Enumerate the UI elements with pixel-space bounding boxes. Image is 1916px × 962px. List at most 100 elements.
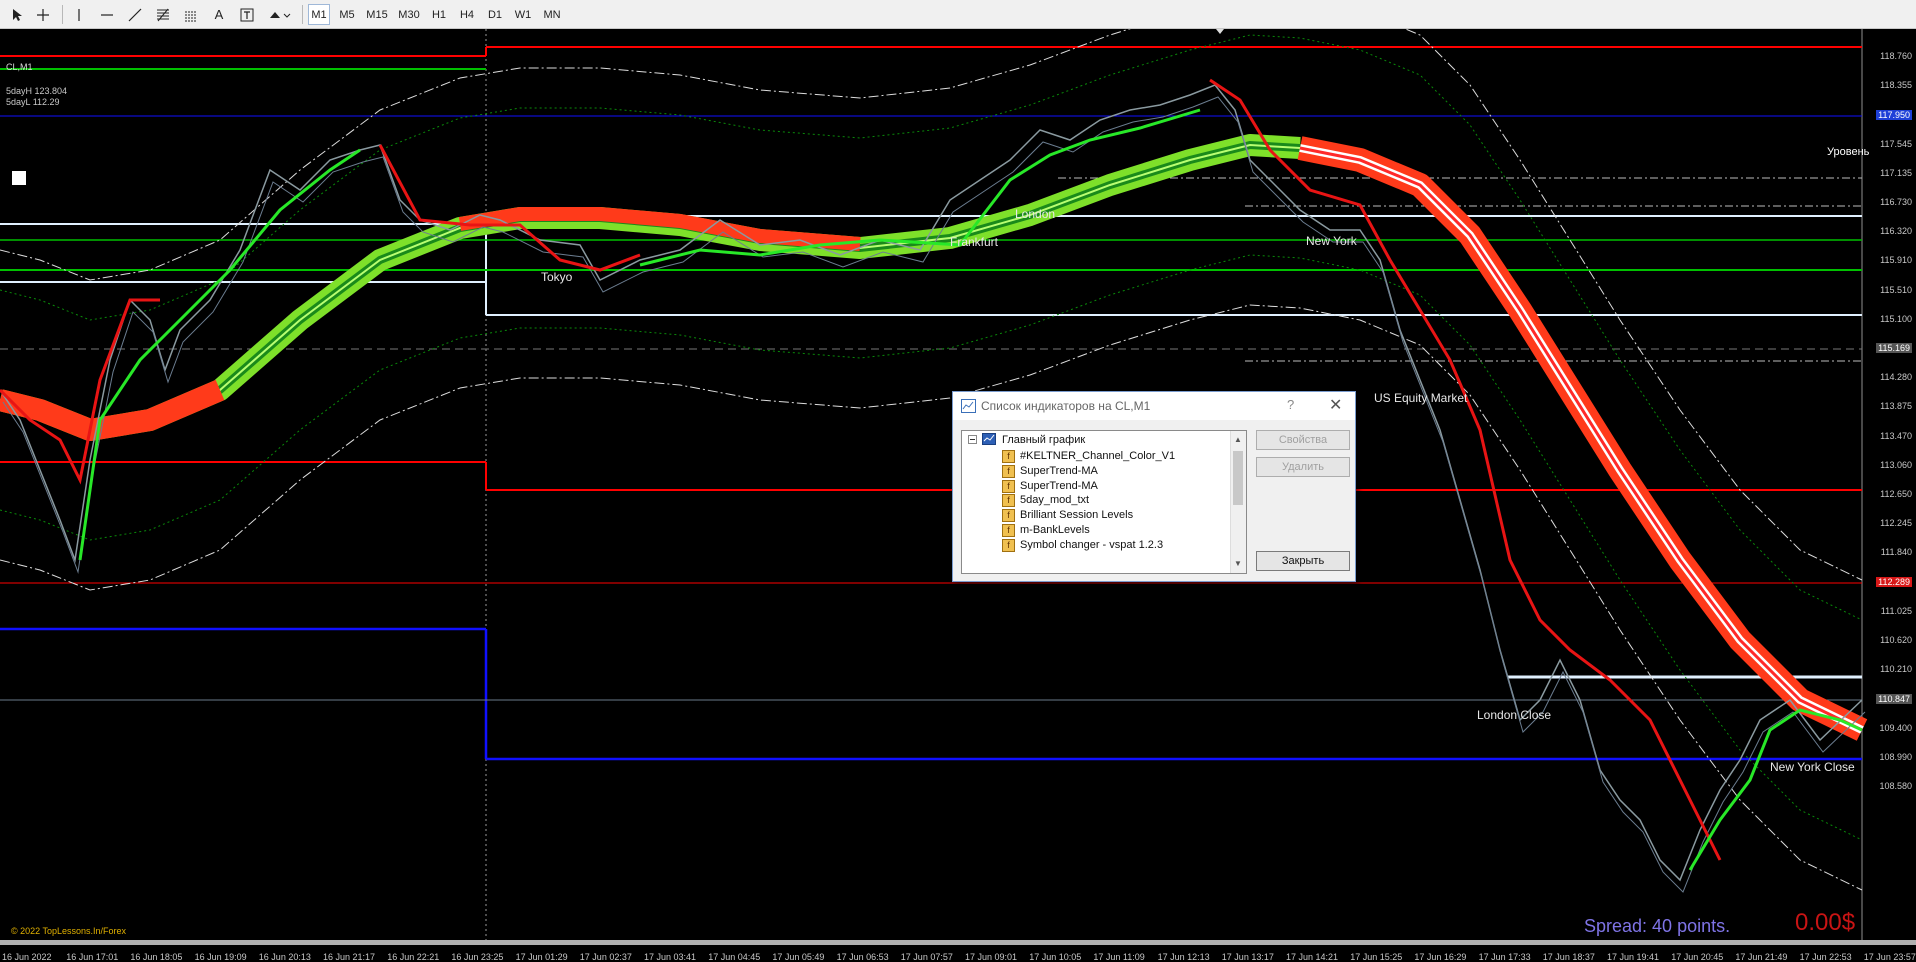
time-tick: 17 Jun 11:09: [1093, 952, 1145, 962]
timeframe-w1[interactable]: W1: [512, 4, 534, 25]
time-tick: 17 Jun 23:57: [1863, 952, 1916, 962]
time-tick: 17 Jun 06:53: [836, 952, 889, 962]
timeframe-m1[interactable]: M1: [308, 4, 330, 25]
time-tick: 17 Jun 12:13: [1157, 952, 1210, 962]
price-tick: 113.060: [1880, 459, 1912, 470]
price-tick: 117.545: [1880, 138, 1912, 149]
indicator-icon: f: [1002, 464, 1015, 478]
time-tick: 17 Jun 09:01: [965, 952, 1018, 962]
cursor-icon[interactable]: [6, 4, 28, 25]
price-tick: 115.910: [1880, 255, 1912, 266]
time-tick: 17 Jun 22:53: [1799, 952, 1852, 962]
price-tick: 115.100: [1880, 313, 1912, 324]
price-tick: 111.840: [1880, 547, 1912, 558]
time-tick: 17 Jun 04:45: [708, 952, 761, 962]
fiveday-high-label: 5dayH 123.804: [6, 86, 68, 96]
indicator-item[interactable]: SuperTrend-MA: [1020, 465, 1098, 477]
indicator-item[interactable]: #KELTNER_Channel_Color_V1: [1020, 450, 1175, 462]
time-tick: 17 Jun 14:21: [1286, 952, 1339, 962]
session-tokyo: Tokyo: [541, 270, 573, 284]
tree-root-main-chart[interactable]: Главный график: [1002, 434, 1085, 446]
indicator-item[interactable]: SuperTrend-MA: [1020, 480, 1098, 492]
price-tick: 115.510: [1880, 284, 1912, 295]
price-line: [0, 84, 1863, 882]
price-tick: 111.025: [1880, 605, 1912, 616]
time-tick: 17 Jun 05:49: [772, 952, 825, 962]
indicator-item[interactable]: 5day_mod_txt: [1020, 494, 1089, 506]
timeframe-h4[interactable]: H4: [456, 4, 478, 25]
levels-label: Уровень: [1827, 146, 1870, 158]
scroll-thumb[interactable]: [1233, 451, 1243, 505]
close-icon[interactable]: ✕: [1329, 395, 1342, 415]
timeframe-mn[interactable]: MN: [540, 4, 564, 25]
tree-collapse-icon[interactable]: [968, 435, 977, 447]
indicator-item[interactable]: Symbol changer - vspat 1.2.3: [1020, 539, 1163, 551]
timeframe-m30[interactable]: M30: [396, 4, 422, 25]
crosshair-icon[interactable]: [32, 4, 54, 25]
indicator-item[interactable]: m-BankLevels: [1020, 524, 1090, 536]
indicator-icon: f: [1002, 494, 1015, 508]
time-tick: 17 Jun 18:37: [1542, 952, 1595, 962]
time-tick: 16 Jun 19:09: [194, 952, 247, 962]
delete-button[interactable]: Удалить: [1256, 457, 1350, 477]
scroll-up-icon[interactable]: ▲: [1234, 435, 1242, 444]
channel-icon[interactable]: [180, 4, 202, 25]
indicator-tree[interactable]: Главный график f #KELTNER_Channel_Color_V…: [961, 430, 1247, 574]
keltner-band-red-left: [0, 379, 225, 441]
horizontal-line-icon[interactable]: [96, 4, 118, 25]
fibonacci-icon[interactable]: [152, 4, 174, 25]
shapes-dropdown-icon[interactable]: [266, 4, 294, 25]
indicator-icon: f: [1002, 450, 1015, 463]
time-tick: 17 Jun 10:05: [1029, 952, 1082, 962]
properties-button[interactable]: Свойства: [1256, 430, 1350, 450]
supertrend-down-1: [0, 298, 160, 485]
time-tick: 16 Jun 21:17: [323, 952, 376, 962]
dialog-close-button[interactable]: Закрыть: [1256, 551, 1350, 571]
indicator-icon: f: [1002, 479, 1015, 493]
price-tick: 113.875: [1880, 401, 1912, 412]
indicators-window-icon: [961, 399, 976, 413]
keltner-band-red-right: [1297, 136, 1868, 741]
price-tick: 108.990: [1879, 751, 1912, 762]
session-new-york: New York: [1306, 234, 1357, 248]
timeframe-m5[interactable]: M5: [336, 4, 358, 25]
session-frankfurt: Frankfurt: [950, 235, 999, 249]
timeframe-d1[interactable]: D1: [484, 4, 506, 25]
supertrend-up-1: [78, 148, 361, 561]
session-us-equity: US Equity Market: [1374, 391, 1468, 405]
top-arrow-marker: [1216, 29, 1224, 34]
fiveday-low-label: 5dayL 112.29: [6, 97, 60, 107]
help-button[interactable]: ?: [1287, 397, 1294, 412]
price-tick: 113.470: [1880, 430, 1912, 441]
indicator-item[interactable]: Brilliant Session Levels: [1020, 509, 1133, 521]
envelope-upper: [0, 29, 1863, 581]
timeframe-h1[interactable]: H1: [428, 4, 450, 25]
price-tick: 118.355: [1880, 80, 1912, 91]
copyright-text: © 2022 TopLessons.In/Forex: [11, 926, 127, 936]
dialog-titlebar[interactable]: Список индикаторов на CL,M1 ? ✕: [953, 392, 1355, 420]
tree-scrollbar[interactable]: ▲ ▼: [1230, 431, 1246, 573]
indicators-dialog: Список индикаторов на CL,M1 ? ✕ Главный …: [952, 391, 1356, 582]
vertical-line-icon[interactable]: [68, 4, 90, 25]
text-label-icon[interactable]: [236, 4, 258, 25]
time-tick: 17 Jun 16:29: [1414, 952, 1467, 962]
price-tick: 112.245: [1880, 518, 1912, 529]
time-tick: 17 Jun 02:37: [579, 952, 632, 962]
scroll-down-icon[interactable]: ▼: [1234, 559, 1242, 568]
price-tick: 109.400: [1879, 722, 1912, 733]
session-london-close: London Close: [1477, 708, 1552, 722]
bottom-tab-strip: [0, 940, 1916, 945]
text-icon[interactable]: A: [208, 4, 230, 25]
time-tick: 16 Jun 17:01: [66, 952, 119, 962]
indicator-icon: f: [1002, 509, 1015, 523]
keltner-band-red-mid: [1299, 146, 1863, 732]
trendline-icon[interactable]: [124, 4, 146, 25]
price-level-tag: 112.289: [1876, 577, 1912, 587]
time-tick: 17 Jun 13:17: [1221, 952, 1274, 962]
price-level-tag: 110.847: [1876, 694, 1912, 704]
chart-toolbar: A M1 M5 M15 M30 H1 H4 D1 W1 MN: [0, 0, 1916, 29]
dialog-title: Список индикаторов на CL,M1: [981, 399, 1151, 413]
timeframe-m15[interactable]: M15: [364, 4, 390, 25]
price-tick: 112.650: [1880, 489, 1912, 499]
session-new-york-close: New York Close: [1770, 760, 1855, 774]
